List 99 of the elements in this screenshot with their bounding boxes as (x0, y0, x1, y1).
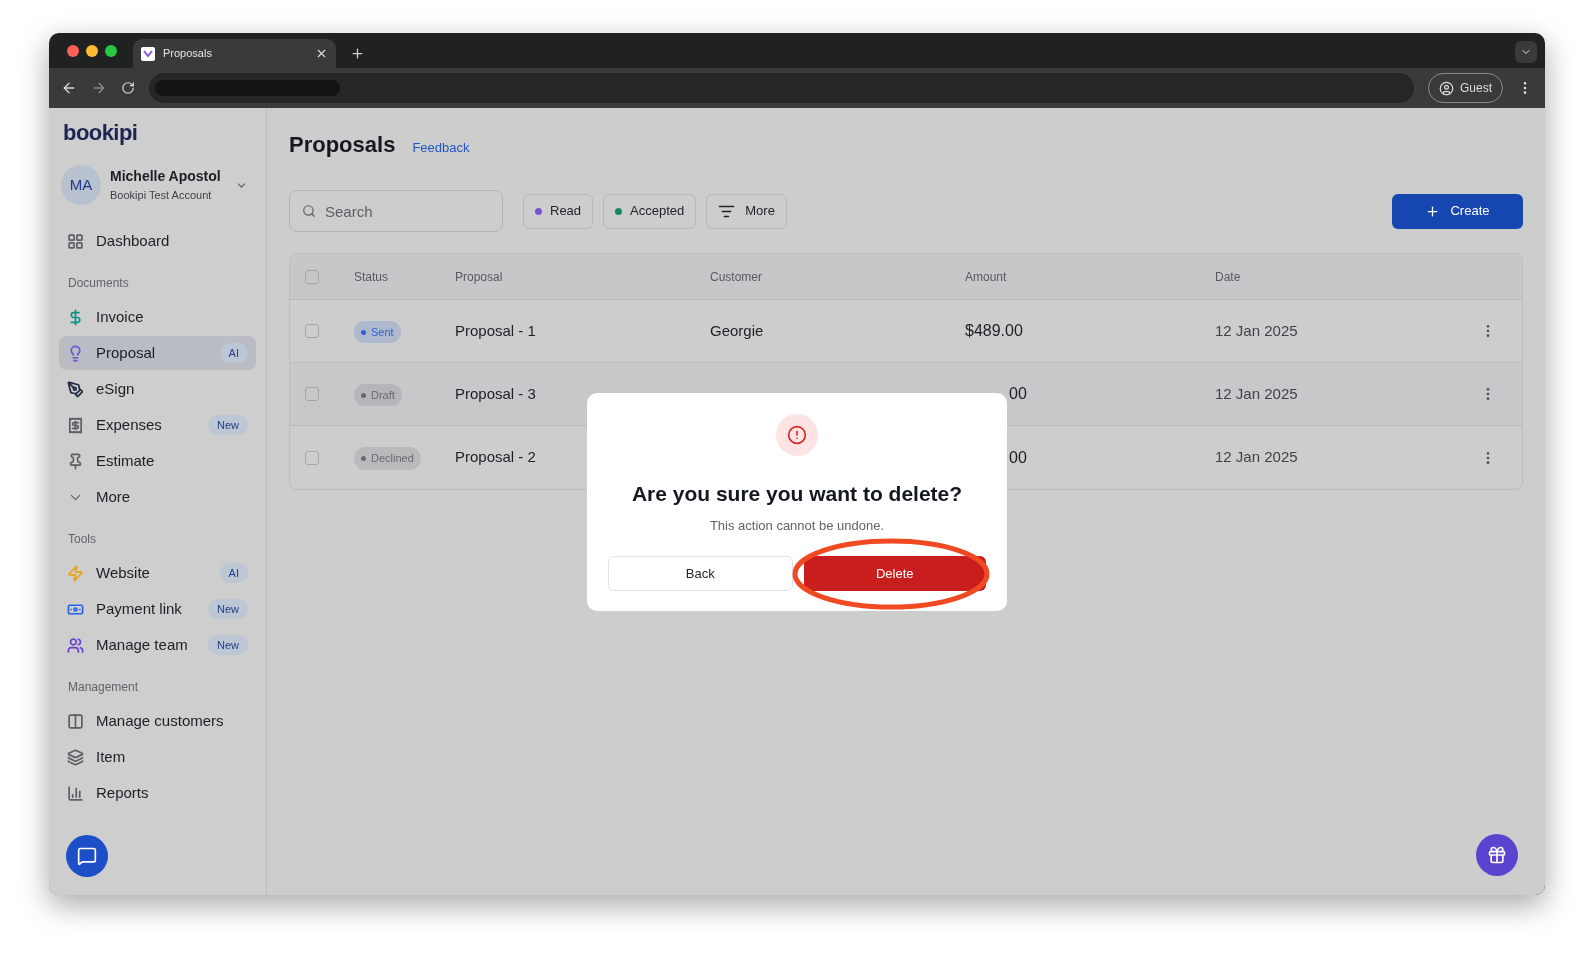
pen-icon (67, 380, 84, 398)
amount-cell-text: 00 (1008, 447, 1028, 468)
date-cell-text: 12 Jan 2025 (1215, 383, 1299, 404)
sidebar-badge: AI (219, 562, 248, 584)
amount-cell-text: $489.00 (965, 321, 1024, 341)
row-checkbox[interactable] (305, 387, 319, 401)
sidebar-item[interactable]: Invoice (59, 300, 256, 334)
create-button[interactable]: Create (1392, 193, 1523, 229)
sidebar-item[interactable]: Manage customers (59, 704, 256, 738)
sidebar-label: More (96, 486, 132, 507)
sidebar-item[interactable]: Proposal AI (59, 336, 256, 370)
gift-icon (1487, 845, 1507, 865)
amount-cell-text: 00 (1008, 384, 1028, 404)
chat-button[interactable] (66, 835, 108, 877)
bar-chart-icon (67, 784, 84, 802)
date-cell-text: 12 Jan 2025 (1215, 447, 1299, 468)
date-cell-text: 12 Jan 2025 (1215, 320, 1299, 341)
tab-title: Proposals (163, 46, 213, 62)
delete-button[interactable]: Delete (803, 556, 986, 591)
avatar: MA (61, 165, 101, 205)
more-filters-button[interactable]: More (706, 193, 787, 229)
sidebar-item[interactable]: eSign (59, 372, 256, 406)
customer-cell-text: Georgie (710, 320, 765, 341)
row-checkbox[interactable] (305, 324, 319, 338)
sidebar-badge: New (208, 414, 248, 436)
feedback-link[interactable]: Feedback (412, 138, 470, 158)
sidebar-item[interactable]: Expenses New (59, 408, 256, 442)
sidebar-item[interactable]: Item (59, 740, 256, 774)
sidebar-label: Manage customers (96, 710, 225, 731)
sidebar-item[interactable]: Manage team New (59, 628, 256, 662)
search-icon (302, 204, 316, 218)
favicon-icon (141, 46, 155, 61)
sidebar-label: Reports (96, 782, 150, 803)
proposal-cell-text: Proposal - 3 (455, 383, 537, 404)
sidebar-label: Item (96, 746, 127, 767)
pin-icon (67, 452, 84, 470)
sidebar-label: Invoice (96, 306, 145, 327)
browser-tab[interactable]: Proposals (133, 39, 336, 68)
status-tag: Draft (354, 383, 402, 407)
chat-icon (77, 846, 97, 866)
select-all-checkbox[interactable] (305, 269, 319, 284)
section-heading: Management (68, 679, 140, 696)
page-title: Proposals (289, 131, 396, 159)
gift-button[interactable] (1476, 834, 1518, 876)
sidebar-item[interactable]: More (59, 480, 256, 514)
status-tag: Declined (354, 447, 421, 470)
sidebar-badge: New (208, 598, 248, 620)
stack-icon (67, 748, 84, 766)
column-header: Date (1215, 268, 1242, 286)
column-header: Customer (710, 268, 763, 286)
dialog-title: Are you sure you want to delete? (631, 481, 963, 507)
sidebar-label: Dashboard (96, 230, 171, 251)
column-header: Status (354, 268, 390, 286)
status-tag: Sent (354, 320, 401, 344)
back-icon[interactable] (61, 80, 77, 96)
team-icon (67, 636, 84, 654)
tab-list-button[interactable] (1515, 41, 1537, 63)
lightbulb-icon (67, 344, 84, 362)
plus-icon (1425, 203, 1441, 219)
row-checkbox[interactable] (305, 450, 319, 465)
sidebar-label: Website (96, 562, 151, 583)
logo: bookipi (63, 122, 139, 144)
dollar-icon (67, 308, 84, 326)
section-heading: Documents (68, 275, 130, 292)
columns-icon (67, 712, 84, 730)
sidebar-item[interactable]: Reports (59, 776, 256, 810)
column-header: Amount (965, 268, 1008, 286)
sidebar-label: Manage team (96, 634, 189, 655)
forward-icon[interactable] (91, 80, 107, 96)
close-icon[interactable] (315, 47, 328, 60)
section-heading: Tools (68, 531, 97, 548)
sidebar-item[interactable]: Estimate (59, 444, 256, 478)
grid-icon (67, 232, 84, 250)
proposal-cell-text: Proposal - 2 (455, 447, 537, 468)
sidebar-item[interactable]: Dashboard (59, 224, 256, 258)
filter-chip[interactable]: Read (523, 193, 594, 229)
account-name: Bookipi Test Account (110, 188, 213, 204)
sidebar-item[interactable]: Website AI (59, 556, 256, 590)
user-name: Michelle Apostol (110, 167, 222, 187)
new-tab-icon[interactable] (350, 46, 365, 61)
filter-chip[interactable]: Accepted (603, 193, 697, 229)
sidebar-label: Payment link (96, 598, 183, 619)
reload-icon[interactable] (121, 81, 135, 95)
sidebar-label: Expenses (96, 414, 163, 435)
sidebar-label: Proposal (96, 342, 157, 363)
lightning-icon (67, 564, 84, 582)
sidebar-badge: New (208, 634, 248, 656)
sidebar-label: eSign (96, 378, 136, 399)
sidebar-label: Estimate (96, 450, 156, 471)
user-icon (1439, 80, 1454, 96)
sidebar-badge: AI (219, 342, 248, 364)
dialog-message: This action cannot be undone. (709, 516, 885, 535)
search-field[interactable]: Search (289, 190, 503, 232)
back-button[interactable]: Back (608, 556, 793, 591)
proposal-cell-text: Proposal - 1 (455, 320, 537, 341)
receipt-icon (67, 416, 84, 434)
sidebar-item[interactable]: Payment link New (59, 592, 256, 626)
warning-icon (776, 414, 818, 456)
column-header: Proposal (455, 268, 504, 286)
